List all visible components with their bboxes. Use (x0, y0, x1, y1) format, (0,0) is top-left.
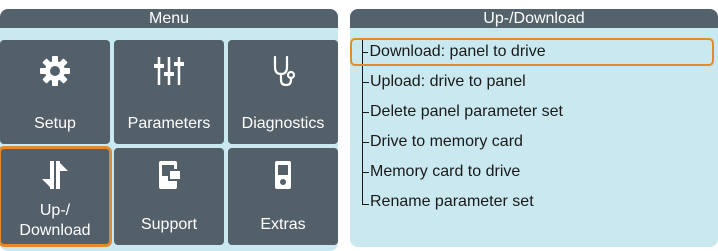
list-item-label: Drive to memory card (370, 133, 523, 150)
tile-support[interactable]: Support (114, 148, 224, 245)
memory-card-icon (228, 158, 338, 192)
list-item-memory-card-to-drive[interactable]: Memory card to drive (350, 158, 714, 186)
updownload-header: Up-/Download (350, 9, 718, 28)
tile-label: Setup (34, 115, 76, 132)
list-item-delete-panel-parameter-set[interactable]: Delete panel parameter set (350, 98, 714, 126)
sliders-icon (114, 54, 224, 88)
list-item-label: Upload: drive to panel (370, 73, 526, 90)
list-item-label: Memory card to drive (370, 163, 521, 180)
tile-label: Support (140, 216, 198, 233)
tree-tick (362, 172, 369, 174)
tile-up-download[interactable]: Up-/ Download (0, 146, 112, 247)
list-item-label: Download: panel to drive (369, 43, 546, 60)
transfer-arrows-icon (0, 158, 110, 192)
stethoscope-icon (228, 54, 338, 88)
list-item-label: Rename parameter set (370, 193, 534, 210)
tile-label: Extras (260, 216, 306, 233)
tile-setup[interactable]: Setup (0, 40, 110, 144)
tile-label: Diagnostics (241, 115, 325, 132)
tile-label: Parameters (127, 115, 211, 132)
list-item-download-panel-to-drive[interactable]: Download: panel to drive (350, 38, 714, 66)
gear-icon (0, 54, 110, 88)
tile-label: Up-/ Download (19, 202, 91, 239)
menu-header: Menu (0, 9, 338, 28)
list-item-label: Delete panel parameter set (370, 103, 563, 120)
tree-tick (362, 52, 368, 54)
updownload-panel: Up-/Download Download: panel to drive Up… (350, 9, 718, 247)
tile-parameters[interactable]: Parameters (114, 40, 224, 144)
tree-tick (362, 204, 369, 206)
tree-tick (362, 112, 369, 114)
tree-tick (362, 142, 369, 144)
tile-diagnostics[interactable]: Diagnostics (228, 40, 338, 144)
list-item-upload-drive-to-panel[interactable]: Upload: drive to panel (350, 68, 714, 96)
tree-tick (362, 82, 369, 84)
list-item-rename-parameter-set[interactable]: Rename parameter set (350, 188, 714, 216)
support-device-icon (114, 158, 224, 192)
tile-extras[interactable]: Extras (228, 148, 338, 245)
list-item-drive-to-memory-card[interactable]: Drive to memory card (350, 128, 714, 156)
